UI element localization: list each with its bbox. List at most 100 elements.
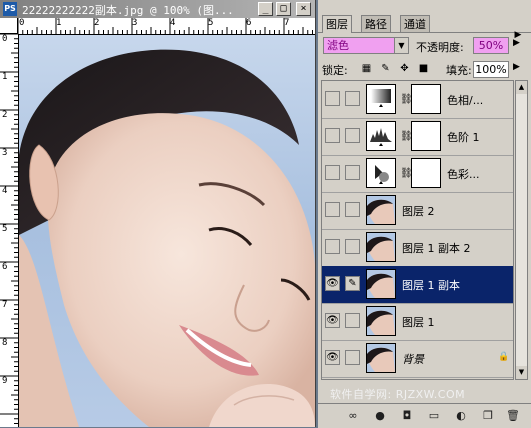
minimize-button[interactable]: _ [258, 2, 273, 16]
layer-name[interactable]: 图层 1 副本 [402, 277, 460, 293]
ruler-corner[interactable] [0, 18, 18, 34]
opacity-input[interactable]: 50% [473, 37, 509, 54]
layer-mask-thumbnail[interactable] [411, 121, 441, 151]
layer-mask-thumbnail[interactable] [411, 84, 441, 114]
maximize-button[interactable]: □ [276, 2, 291, 16]
ruler-v-label: 3 [2, 148, 8, 158]
ruler-h-label: 2 [94, 18, 100, 28]
tab-paths[interactable]: 路径 [361, 15, 391, 32]
layer-link-toggle[interactable] [345, 202, 360, 217]
ruler-h-label: 1 [56, 18, 62, 28]
vertical-ruler[interactable]: 0 1 2 3 4 5 6 7 8 9 [0, 34, 19, 427]
ruler-h-label: 6 [246, 18, 252, 28]
layer-name[interactable]: 色相/... [447, 92, 483, 108]
scroll-down-icon[interactable]: ▼ [516, 366, 527, 379]
layer-row[interactable]: ⛓ 色相/... [322, 81, 513, 119]
layer-link-toggle[interactable] [345, 313, 360, 328]
ruler-v-label: 0 [2, 34, 8, 44]
layer-link-toggle[interactable] [345, 350, 360, 365]
photoshop-icon: PS [3, 2, 17, 16]
layers-scrollbar[interactable]: ▲ ▼ [515, 80, 528, 380]
move-lock-icon[interactable]: ✥ [399, 63, 410, 74]
layer-link-toggle[interactable] [345, 91, 360, 106]
layer-name[interactable]: 图层 1 副本 2 [402, 240, 471, 256]
transparency-lock-icon[interactable]: ▦ [361, 63, 372, 74]
chevron-down-icon: ▼ [394, 38, 408, 53]
blend-mode-value: 滤色 [327, 39, 349, 52]
layers-bottom-toolbar: ∞ ● ◘ ▭ ◐ ❐ 🗑 [318, 403, 531, 428]
fill-slider-arrow-icon[interactable]: ▶ [511, 62, 522, 72]
hue-saturation-adjustment-icon [366, 84, 396, 114]
palette-grip[interactable] [318, 0, 531, 9]
layer-row[interactable]: 图层 1 副本 2 [322, 229, 513, 267]
layer-name[interactable]: 背景 [402, 351, 424, 367]
ruler-v-label: 4 [2, 186, 8, 196]
layer-thumbnail [366, 306, 396, 336]
layer-link-toggle[interactable] [345, 239, 360, 254]
layers-list: ⛓ 色相/... ⛓ 色阶 1 ⛓ 色彩... 图层 2 图层 1 副本 2 👁… [321, 80, 514, 380]
fill-input[interactable]: 100% [473, 61, 509, 78]
lock-icon: 🔒 [498, 352, 510, 362]
eye-icon[interactable]: 👁 [325, 313, 340, 328]
brush-lock-icon[interactable]: ✎ [380, 63, 391, 74]
layer-link-toggle[interactable] [345, 165, 360, 180]
visibility-toggle[interactable] [325, 165, 340, 180]
layer-row-selected[interactable]: 👁 ✎ 图层 1 副本 [322, 266, 513, 304]
visibility-toggle[interactable] [325, 91, 340, 106]
layer-name[interactable]: 色彩... [447, 166, 480, 182]
trash-icon[interactable]: 🗑 [506, 409, 520, 423]
layer-row[interactable]: ⛓ 色彩... [322, 155, 513, 193]
layer-name[interactable]: 图层 1 [402, 314, 435, 330]
ruler-h-label: 4 [170, 18, 176, 28]
all-lock-icon[interactable]: ■ [418, 63, 429, 74]
ruler-h-label: 7 [284, 18, 290, 28]
ruler-v-label: 5 [2, 224, 8, 234]
layer-link-toggle[interactable] [345, 128, 360, 143]
layer-thumbnail [366, 343, 396, 373]
layer-thumbnail [366, 232, 396, 262]
horizontal-ruler[interactable]: 0 1 2 3 4 5 6 7 [18, 18, 315, 35]
adjustment-layer-icon[interactable]: ◐ [454, 409, 468, 423]
new-layer-icon[interactable]: ❐ [481, 409, 495, 423]
new-group-icon[interactable]: ▭ [427, 409, 441, 423]
layer-row[interactable]: 图层 2 [322, 192, 513, 230]
eye-icon[interactable]: 👁 [325, 350, 340, 365]
ruler-v-label: 6 [2, 262, 8, 272]
layer-thumbnail [366, 269, 396, 299]
link-layers-icon[interactable]: ∞ [346, 409, 360, 423]
layer-mask-thumbnail[interactable] [411, 158, 441, 188]
layer-style-icon[interactable]: ● [373, 409, 387, 423]
ruler-v-label: 1 [2, 72, 8, 82]
ruler-h-label: 3 [132, 18, 138, 28]
close-button[interactable]: × [296, 2, 311, 16]
layer-row[interactable]: 👁 背景 🔒 [322, 340, 513, 378]
document-title: 22222222222副本.jpg @ 100% (图... [22, 4, 234, 17]
visibility-toggle[interactable] [325, 239, 340, 254]
visibility-toggle[interactable] [325, 202, 340, 217]
layers-palette: 图层 路径 通道 ▶ 滤色 ▼ 不透明度: 50% ▶ 锁定: ▦ ✎ ✥ ■ … [318, 0, 531, 428]
ruler-v-label: 2 [2, 110, 8, 120]
fill-label: 填充: [446, 64, 472, 77]
tab-channels[interactable]: 通道 [400, 15, 430, 32]
document-window: PS 22222222222副本.jpg @ 100% (图... _ □ × … [0, 0, 316, 427]
levels-adjustment-icon [366, 121, 396, 151]
visibility-toggle[interactable] [325, 128, 340, 143]
brush-icon[interactable]: ✎ [345, 276, 360, 291]
eye-icon[interactable]: 👁 [325, 276, 340, 291]
ruler-h-label: 5 [208, 18, 214, 28]
opacity-slider-arrow-icon[interactable]: ▶ [511, 38, 522, 53]
layer-row[interactable]: ⛓ 色阶 1 [322, 118, 513, 156]
watermark-text: 软件自学网: RJZXW.COM [330, 388, 466, 401]
image-canvas[interactable] [19, 35, 315, 427]
document-titlebar[interactable]: PS 22222222222副本.jpg @ 100% (图... _ □ × [0, 0, 315, 18]
ruler-h-label: 0 [19, 18, 25, 28]
add-mask-icon[interactable]: ◘ [400, 409, 414, 423]
layer-name[interactable]: 图层 2 [402, 203, 435, 219]
blend-mode-select[interactable]: 滤色 ▼ [323, 37, 409, 54]
tab-layers[interactable]: 图层 [322, 15, 352, 33]
layer-name[interactable]: 色阶 1 [447, 129, 480, 145]
layer-row[interactable]: 👁 图层 1 [322, 303, 513, 341]
color-balance-adjustment-icon [366, 158, 396, 188]
opacity-label: 不透明度: [416, 41, 464, 54]
scroll-up-icon[interactable]: ▲ [516, 81, 527, 94]
